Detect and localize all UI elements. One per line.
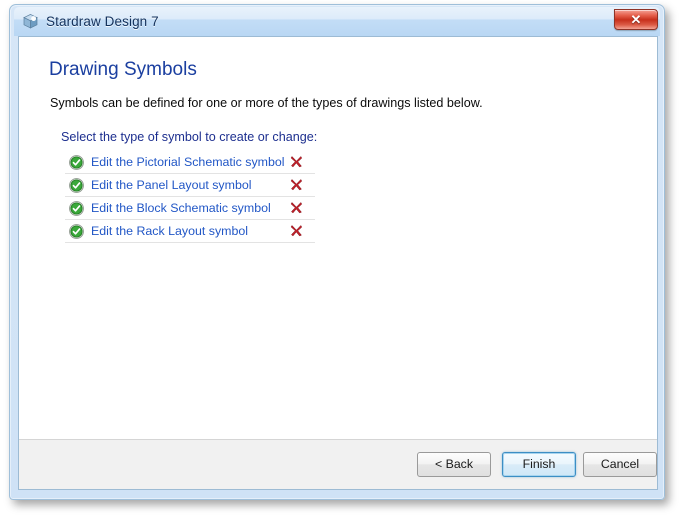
list-item[interactable]: Edit the Rack Layout symbol [65, 220, 315, 243]
symbol-link[interactable]: Edit the Pictorial Schematic symbol [91, 155, 285, 169]
app-cube-icon [22, 13, 39, 30]
green-check-circle-icon [65, 154, 84, 170]
window-inner-frame: Stardraw Design 7 ✕ Drawing Symbols Symb… [14, 7, 660, 495]
red-x-delete-icon[interactable] [289, 223, 304, 238]
close-icon: ✕ [630, 12, 642, 27]
dialog-footer: < Back Finish Cancel [19, 439, 657, 489]
red-x-delete-icon[interactable] [289, 154, 304, 169]
list-item[interactable]: Edit the Block Schematic symbol [65, 197, 315, 220]
green-check-circle-icon [65, 200, 84, 216]
close-button[interactable]: ✕ [614, 9, 658, 30]
cancel-button[interactable]: Cancel [583, 452, 657, 477]
title-bar: Stardraw Design 7 ✕ [14, 7, 660, 36]
symbol-list: Edit the Pictorial Schematic symbol Edit… [65, 151, 315, 243]
list-item[interactable]: Edit the Pictorial Schematic symbol [65, 151, 315, 174]
green-check-circle-icon [65, 177, 84, 193]
finish-button[interactable]: Finish [502, 452, 576, 477]
list-item[interactable]: Edit the Panel Layout symbol [65, 174, 315, 197]
content-panel: Drawing Symbols Symbols can be defined f… [19, 37, 657, 441]
back-button[interactable]: < Back [417, 452, 491, 477]
window-title: Stardraw Design 7 [46, 14, 159, 29]
symbol-link[interactable]: Edit the Block Schematic symbol [91, 201, 271, 215]
dialog-window: Stardraw Design 7 ✕ Drawing Symbols Symb… [9, 4, 665, 500]
symbol-link[interactable]: Edit the Panel Layout symbol [91, 178, 252, 192]
dialog-client-area: Drawing Symbols Symbols can be defined f… [18, 36, 658, 490]
red-x-delete-icon[interactable] [289, 200, 304, 215]
page-subtitle: Symbols can be defined for one or more o… [50, 96, 483, 110]
title-bar-left-group: Stardraw Design 7 [22, 11, 159, 32]
desktop-background: Stardraw Design 7 ✕ Drawing Symbols Symb… [0, 0, 681, 517]
green-check-circle-icon [65, 223, 84, 239]
page-title: Drawing Symbols [49, 59, 197, 80]
list-prompt-label: Select the type of symbol to create or c… [61, 130, 318, 144]
symbol-link[interactable]: Edit the Rack Layout symbol [91, 224, 248, 238]
red-x-delete-icon[interactable] [289, 177, 304, 192]
